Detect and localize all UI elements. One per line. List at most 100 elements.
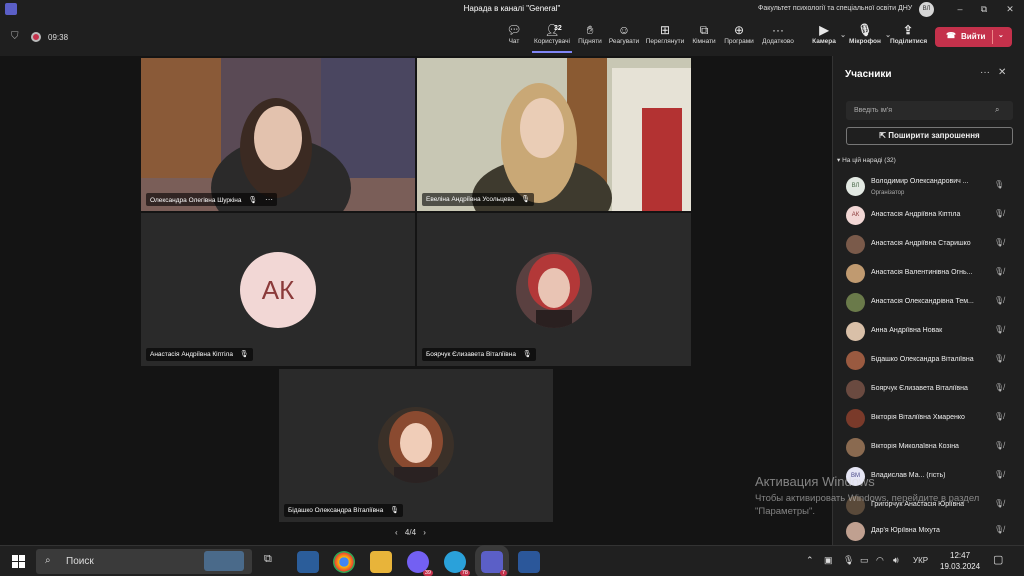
react-button[interactable]: ☺ Реагувати bbox=[608, 23, 640, 53]
avatar-tile[interactable]: Бідашко Олександра Віталіївна 🎙︎ bbox=[279, 369, 553, 522]
recording-icon bbox=[31, 32, 41, 42]
participant-row[interactable]: Вікторія Миколаївна Козіна 🎙︎̸ bbox=[833, 434, 1024, 463]
shield-icon[interactable]: ⛉ bbox=[11, 31, 19, 42]
calculator-app-icon[interactable] bbox=[297, 551, 319, 573]
language-indicator[interactable]: УКР bbox=[913, 556, 928, 565]
minimize-button[interactable]: – bbox=[950, 2, 970, 17]
participant-row[interactable]: ВЛ Володимир Олександрович ... Організат… bbox=[833, 173, 1024, 202]
panel-title: Учасники bbox=[845, 69, 892, 80]
avatar bbox=[846, 522, 865, 541]
participant-row[interactable]: Дар'я Юріївна Міхута 🎙︎̸ bbox=[833, 518, 1024, 547]
participant-name: Боярчук Єлизавета Віталіївна bbox=[426, 351, 516, 358]
mic-button[interactable]: 🎙︎ Мікрофон ⌄ bbox=[848, 23, 891, 53]
participant-search-input[interactable] bbox=[846, 101, 1013, 120]
chevron-down-icon[interactable]: ⌄ bbox=[998, 31, 1004, 39]
windows-start-icon[interactable] bbox=[12, 555, 25, 568]
participant-row[interactable]: Анна Андріївна Новак 🎙︎̸ bbox=[833, 318, 1024, 347]
task-view-icon[interactable]: ⧉ bbox=[264, 553, 272, 566]
participant-name: Анна Андріївна Новак bbox=[871, 327, 943, 334]
share-invite-label: Поширити запрошення bbox=[888, 131, 980, 140]
chevron-down-icon[interactable]: ⌄ bbox=[840, 31, 846, 39]
avatar bbox=[846, 264, 865, 283]
view-button[interactable]: ⊞ Переглянути bbox=[645, 23, 685, 53]
telegram-badge: 78 bbox=[459, 570, 470, 576]
avatar bbox=[846, 322, 865, 341]
participant-row[interactable]: ВМ Владислав Ма... (гість) 🎙︎̸ bbox=[833, 463, 1024, 492]
mic-icon: 🎙︎ bbox=[521, 196, 531, 203]
video-tile[interactable]: Олександра Олегівна Шуркіна 🎙︎ ··· bbox=[141, 58, 415, 211]
section-header[interactable]: ▾ На цій нараді (32) bbox=[837, 156, 896, 164]
participant-row[interactable]: Анастасія Андріївна Старишко 🎙︎̸ bbox=[833, 231, 1024, 260]
search-highlight-icon bbox=[204, 551, 244, 571]
participant-video bbox=[141, 58, 415, 211]
participant-row[interactable]: Григорчук Анастасія Юріївна 🎙︎̸ bbox=[833, 492, 1024, 521]
wifi-icon[interactable]: ◠ bbox=[876, 555, 884, 566]
notification-icon[interactable]: ▢ bbox=[993, 553, 1003, 566]
viber-badge: 39 bbox=[422, 570, 433, 576]
participant-row[interactable]: АК Анастасія Андріївна Кіптіла 🎙︎̸ bbox=[833, 202, 1024, 231]
participant-photo bbox=[516, 252, 592, 328]
org-name[interactable]: Факультет психології та спеціальної осві… bbox=[758, 5, 912, 12]
participant-row[interactable]: Анастасія Валентинівна Огнь... 🎙︎̸ bbox=[833, 260, 1024, 289]
account-avatar[interactable]: ВЛ bbox=[919, 2, 934, 17]
chevron-up-icon[interactable]: ⌃ bbox=[806, 555, 814, 566]
avatar bbox=[846, 235, 865, 254]
participant-row[interactable]: Вікторія Віталіївна Хмаренко 🎙︎̸ bbox=[833, 405, 1024, 434]
people-button[interactable]: 👤︎ 32 Користувачі bbox=[532, 23, 572, 53]
avatar bbox=[846, 380, 865, 399]
search-icon[interactable]: ⌕ bbox=[995, 105, 999, 115]
react-label: Реагувати bbox=[608, 38, 640, 45]
microphone-icon[interactable]: 🎙︎ bbox=[843, 555, 854, 566]
share-button[interactable]: ⇪ Поділитися bbox=[890, 23, 927, 53]
phone-hangup-icon: ☎ bbox=[946, 31, 956, 40]
participant-row[interactable]: Бідашко Олександра Віталіївна 🎙︎̸ bbox=[833, 347, 1024, 376]
chevron-left-icon[interactable]: ‹ bbox=[395, 528, 398, 537]
people-label: Користувачі bbox=[534, 38, 570, 45]
word-app-icon[interactable] bbox=[518, 551, 540, 573]
apps-button[interactable]: ⊕ Програми bbox=[722, 23, 756, 53]
participant-name: Евеліна Андріївна Усольцева bbox=[426, 196, 515, 203]
leave-button[interactable]: ☎ Вийти ⌄ bbox=[935, 27, 1012, 47]
avatar bbox=[846, 351, 865, 370]
viber-app-icon[interactable]: 39 bbox=[407, 551, 433, 576]
rooms-button[interactable]: ⧉ Кімнати bbox=[690, 23, 718, 53]
volume-icon[interactable]: 🔊︎ bbox=[893, 555, 899, 566]
people-icon: 👤︎ bbox=[544, 23, 560, 37]
participant-video bbox=[417, 58, 691, 211]
teams-tray-icon[interactable]: ▣ bbox=[824, 555, 833, 566]
avatar-tile[interactable]: Боярчук Єлизавета Віталіївна 🎙︎ bbox=[417, 213, 691, 366]
file-explorer-icon[interactable] bbox=[370, 551, 392, 573]
avatar: АК bbox=[846, 206, 865, 225]
raise-hand-button[interactable]: ✋︎ Підняти bbox=[577, 23, 603, 53]
grid-icon: ⊞ bbox=[659, 23, 671, 37]
chevron-right-icon[interactable]: › bbox=[423, 528, 426, 537]
mic-off-icon: 🎙︎̸ bbox=[994, 238, 1005, 247]
participant-row[interactable]: Анастасія Олександрівна Тем... 🎙︎̸ bbox=[833, 289, 1024, 318]
close-icon[interactable]: ✕ bbox=[998, 67, 1006, 78]
participant-name: Вікторія Віталіївна Хмаренко bbox=[871, 414, 965, 421]
telegram-app-icon[interactable]: 78 bbox=[444, 551, 470, 576]
chat-button[interactable]: 💬︎ Чат bbox=[505, 23, 523, 53]
participant-name: Анастасія Олександрівна Тем... bbox=[871, 298, 974, 305]
clock[interactable]: 12:47 19.03.2024 bbox=[940, 550, 980, 572]
mic-icon: 🎙︎ bbox=[248, 197, 258, 204]
participant-name-tag: Евеліна Андріївна Усольцева 🎙︎ bbox=[422, 193, 535, 206]
taskbar-search[interactable]: ⌕ Поиск bbox=[36, 549, 252, 574]
share-invite-button[interactable]: ⇱ Поширити запрошення bbox=[846, 127, 1013, 145]
mic-off-icon: 🎙︎̸ bbox=[994, 525, 1005, 534]
teams-app-icon[interactable]: 7 bbox=[475, 545, 509, 576]
microphone-icon: 🎙︎ bbox=[994, 180, 1005, 189]
chrome-app-icon[interactable] bbox=[333, 551, 355, 573]
more-options-icon[interactable]: ··· bbox=[265, 195, 273, 204]
close-window-button[interactable]: ✕ bbox=[1000, 2, 1020, 17]
avatar-tile[interactable]: АК Анастасія Андріївна Кіптіла 🎙︎ bbox=[141, 213, 415, 366]
more-icon: ··· bbox=[772, 23, 784, 37]
more-button[interactable]: ··· Додатково bbox=[760, 23, 796, 53]
more-options-icon[interactable]: ··· bbox=[980, 67, 990, 78]
mic-icon: 🎙︎ bbox=[239, 351, 249, 358]
participant-row[interactable]: Боярчук Єлизавета Віталіївна 🎙︎̸ bbox=[833, 376, 1024, 405]
maximize-button[interactable]: ⧉ bbox=[974, 2, 994, 17]
camera-button[interactable]: ▶︎ Камера ⌄ bbox=[811, 23, 846, 53]
video-tile[interactable]: Евеліна Андріївна Усольцева 🎙︎ bbox=[417, 58, 691, 211]
battery-icon[interactable]: ▭ bbox=[860, 555, 869, 566]
